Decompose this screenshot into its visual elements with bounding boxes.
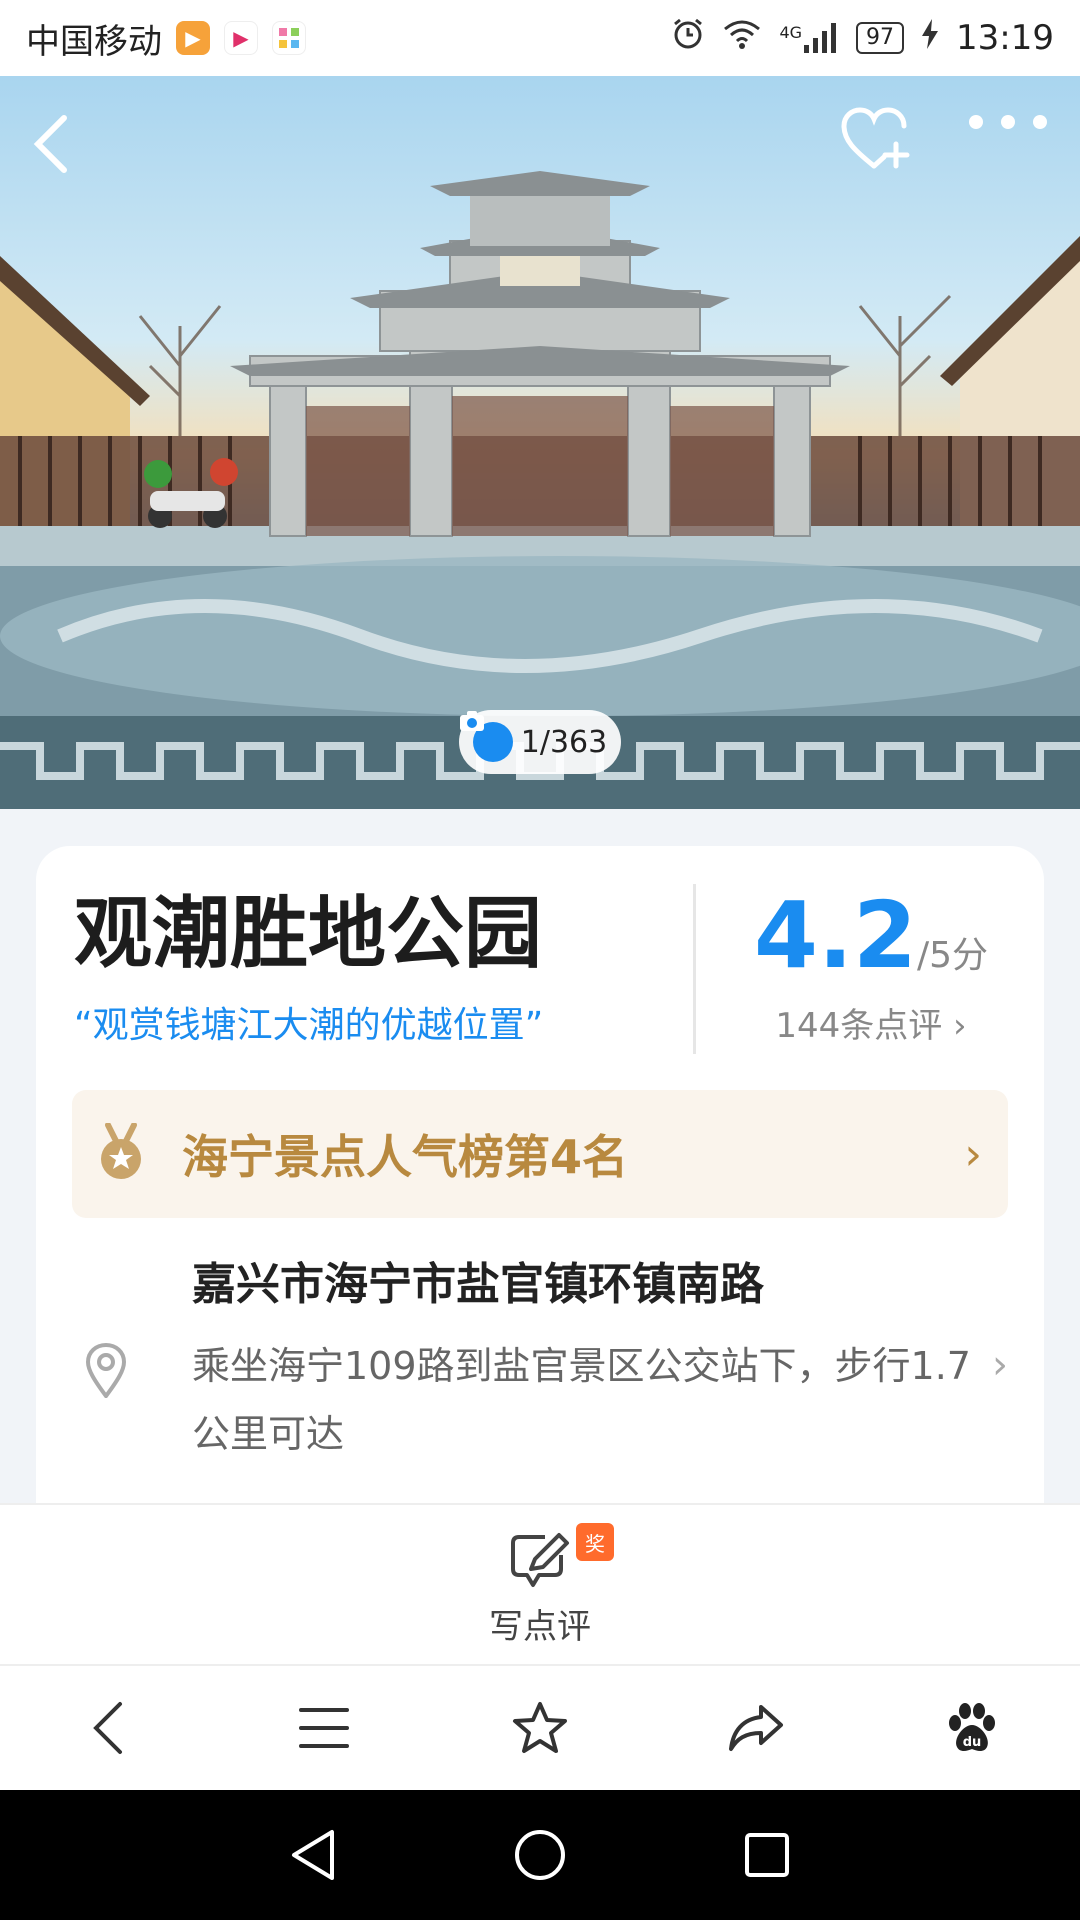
camera-icon	[460, 711, 513, 762]
browser-share-button[interactable]	[711, 1683, 801, 1773]
triangle-back-icon	[292, 1830, 335, 1880]
heart-plus-icon	[841, 107, 910, 169]
star-icon	[513, 1702, 567, 1753]
title-block: 观潮胜地公园 “观赏钱塘江大潮的优越位置”	[74, 884, 694, 1048]
review-count-link[interactable]: 144条点评 ›	[726, 998, 1016, 1047]
alarm-icon	[671, 17, 705, 60]
chevron-right-icon: ›	[953, 1006, 967, 1046]
svg-text:du: du	[963, 1735, 982, 1750]
divider	[693, 884, 696, 1054]
address-block[interactable]: 嘉兴市海宁市盐官镇环镇南路 乘坐海宁109路到盐官景区公交站下，步行1.7公里可…	[72, 1250, 1008, 1468]
circle-home-icon	[514, 1830, 565, 1880]
edit-note-icon	[511, 1533, 569, 1587]
location-pin-icon	[72, 1332, 192, 1398]
clock-time: 13:19	[956, 18, 1054, 58]
battery-level: 97	[856, 22, 905, 54]
browser-bookmark-button[interactable]	[495, 1683, 585, 1773]
wifi-icon	[723, 18, 761, 58]
browser-menu-button[interactable]	[279, 1683, 369, 1773]
directions-row: 乘坐海宁109路到盐官景区公交站下，步行1.7公里可达 ›	[72, 1332, 1008, 1468]
hero-photo[interactable]: 1/363	[0, 76, 1080, 809]
carrier-label: 中国移动	[26, 21, 162, 62]
rank-banner[interactable]: 海宁景点人气榜第4名 ›	[72, 1090, 1008, 1218]
nav-back-button[interactable]	[273, 1815, 353, 1895]
browser-back-button[interactable]	[63, 1683, 153, 1773]
chevron-right-icon: ›	[964, 1128, 982, 1180]
more-dots-icon	[969, 115, 1047, 129]
poi-slogan: “观赏钱塘江大潮的优越位置”	[74, 1005, 544, 1046]
rating-score: 4.2	[753, 882, 917, 989]
status-bar: 中国移动 ▶ ▶ 4G 97 13:19	[0, 0, 1080, 76]
baidu-button[interactable]: du	[927, 1683, 1017, 1773]
status-left: 中国移动 ▶ ▶	[26, 14, 306, 63]
system-nav-bar	[0, 1790, 1080, 1920]
back-arrow-icon	[93, 1702, 122, 1754]
nav-recents-button[interactable]	[727, 1815, 807, 1895]
favorite-button[interactable]	[840, 106, 920, 186]
baidu-paw-icon: du	[949, 1703, 995, 1751]
square-recents-icon	[744, 1833, 789, 1877]
medal-icon	[98, 1122, 144, 1185]
status-right: 4G 97 13:19	[671, 17, 1054, 60]
review-count: 144条点评	[775, 1006, 943, 1046]
poi-detail-page: 中国移动 ▶ ▶ 4G 97 13:19 1/363 观潮胜地公园 “观赏钱塘江…	[0, 0, 1080, 1920]
poi-title: 观潮胜地公园	[74, 889, 543, 979]
back-button[interactable]	[30, 114, 100, 184]
chevron-right-icon: ›	[992, 1342, 1008, 1388]
youku-app-icon: ▶	[224, 21, 258, 55]
address-text: 嘉兴市海宁市盐官镇环镇南路	[192, 1259, 764, 1310]
share-icon	[729, 1705, 783, 1751]
directions-text: 乘坐海宁109路到盐官景区公交站下，步行1.7公里可达	[192, 1344, 971, 1456]
photo-counter-text: 1/363	[520, 724, 608, 760]
poi-info-card: 观潮胜地公园 “观赏钱塘江大潮的优越位置” 4.2 /5分 144条点评 › 海…	[36, 846, 1044, 1506]
nav-home-button[interactable]	[500, 1815, 580, 1895]
charging-icon	[922, 18, 939, 58]
rating-unit: /5分	[916, 935, 989, 976]
store-app-icon	[272, 21, 306, 55]
video-app-icon: ▶	[176, 21, 210, 55]
more-button[interactable]	[968, 114, 1064, 184]
cell-signal-icon: 4G	[779, 23, 838, 53]
network-type-label: 4G	[779, 23, 803, 42]
menu-icon	[299, 1708, 349, 1748]
write-review-label: 写点评	[489, 1607, 591, 1647]
photo-counter[interactable]: 1/363	[459, 710, 621, 774]
rank-text: 海宁景点人气榜第4名	[182, 1130, 629, 1184]
award-badge: 奖	[576, 1523, 614, 1561]
rating-block[interactable]: 4.2 /5分 144条点评 ›	[726, 886, 1016, 1047]
rating-row: 4.2 /5分	[726, 886, 1016, 986]
write-review-bar: 写点评 奖	[0, 1503, 1080, 1666]
browser-toolbar: du	[0, 1666, 1080, 1790]
back-arrow-icon	[33, 115, 67, 173]
